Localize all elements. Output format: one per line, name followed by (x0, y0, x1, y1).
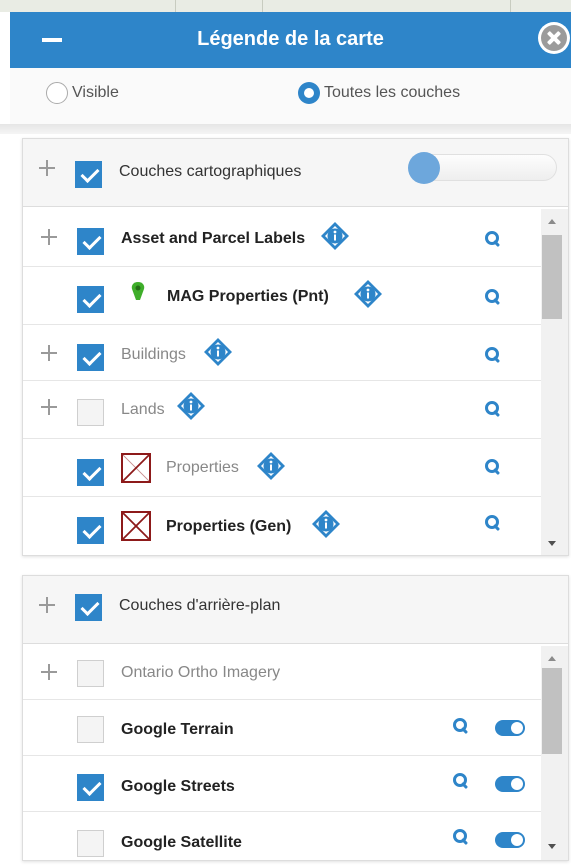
radio-selected-icon (298, 82, 320, 104)
info-icon[interactable] (353, 279, 383, 309)
layer-name: Google Streets (121, 778, 235, 795)
layer-toggle[interactable] (495, 720, 525, 736)
info-icon[interactable] (320, 221, 350, 251)
scrollbar[interactable] (541, 209, 568, 555)
scroll-up-icon[interactable] (548, 656, 556, 661)
layer-name: MAG Properties (Pnt) (167, 288, 329, 305)
layer-checkbox[interactable] (77, 774, 104, 801)
radio-all-layers[interactable]: Toutes les couches (298, 82, 460, 104)
map-layers-checkbox[interactable] (75, 161, 102, 188)
layer-checkbox[interactable] (77, 660, 104, 687)
layer-checkbox[interactable] (77, 716, 104, 743)
layer-row-lands: Lands (23, 381, 541, 439)
layer-name: Ontario Ortho Imagery (121, 664, 281, 681)
map-layers-header: Couches cartographiques (23, 139, 568, 207)
layer-name: Google Terrain (121, 721, 234, 738)
search-icon[interactable] (453, 773, 469, 789)
radio-visible[interactable]: Visible (46, 82, 119, 104)
search-icon[interactable] (453, 718, 469, 734)
layer-checkbox[interactable] (77, 459, 104, 486)
map-layers-panel: Couches cartographiques Asset and Parcel… (22, 138, 569, 556)
scrollbar-thumb[interactable] (542, 668, 562, 754)
info-icon[interactable] (311, 509, 341, 539)
divider (0, 124, 571, 134)
search-icon[interactable] (485, 347, 501, 363)
layer-row-buildings: Buildings (23, 325, 541, 381)
layer-row-asset-parcel-labels: Asset and Parcel Labels (23, 209, 541, 267)
expand-plus-icon[interactable] (39, 597, 55, 613)
close-button[interactable] (538, 22, 570, 54)
background-layers-title: Couches d'arrière-plan (119, 597, 281, 614)
map-strip (0, 0, 571, 12)
map-grid-line (510, 0, 511, 12)
opacity-slider[interactable] (408, 152, 557, 184)
layer-name: Google Satellite (121, 834, 242, 851)
info-icon[interactable] (176, 391, 206, 421)
layer-row-google-streets: Google Streets (23, 756, 541, 812)
close-icon (541, 25, 567, 51)
legend-header: Légende de la carte (10, 12, 571, 68)
scroll-down-icon[interactable] (548, 541, 556, 546)
layer-name: Properties (166, 459, 239, 476)
radio-circle-icon (46, 82, 68, 104)
background-layers-list: Ontario Ortho Imagery Google Terrain Goo… (23, 646, 541, 861)
background-layers-panel: Couches d'arrière-plan Ontario Ortho Ima… (22, 575, 569, 861)
map-grid-line (175, 0, 176, 12)
layer-toggle[interactable] (495, 776, 525, 792)
search-icon[interactable] (453, 829, 469, 845)
info-icon[interactable] (203, 337, 233, 367)
layer-name: Properties (Gen) (166, 518, 292, 535)
expand-plus-icon[interactable] (41, 664, 57, 680)
layer-row-google-terrain: Google Terrain (23, 700, 541, 756)
scroll-down-icon[interactable] (548, 844, 556, 849)
layer-name: Buildings (121, 346, 186, 363)
background-layers-header: Couches d'arrière-plan (23, 576, 568, 644)
search-icon[interactable] (485, 231, 501, 247)
layer-checkbox[interactable] (77, 228, 104, 255)
legend-title: Légende de la carte (197, 28, 384, 50)
layer-row-properties: Properties (23, 439, 541, 497)
layer-toggle[interactable] (495, 832, 525, 848)
search-icon[interactable] (485, 401, 501, 417)
layer-row-google-satellite: Google Satellite (23, 812, 541, 861)
radio-visible-label: Visible (72, 84, 119, 101)
layer-row-ontario-ortho: Ontario Ortho Imagery (23, 646, 541, 700)
scrollbar-thumb[interactable] (542, 235, 562, 319)
map-layers-title: Couches cartographiques (119, 163, 302, 180)
map-grid-line (262, 0, 263, 12)
green-pin-icon (131, 282, 145, 300)
layer-name: Lands (121, 401, 165, 418)
red-crossed-box-icon (121, 453, 151, 483)
expand-plus-icon[interactable] (41, 229, 57, 245)
layer-checkbox[interactable] (77, 344, 104, 371)
search-icon[interactable] (485, 289, 501, 305)
layer-checkbox[interactable] (77, 830, 104, 857)
search-icon[interactable] (485, 459, 501, 475)
expand-plus-icon[interactable] (41, 399, 57, 415)
layer-row-properties-gen: Properties (Gen) (23, 497, 541, 556)
layer-row-mag-properties: MAG Properties (Pnt) (23, 267, 541, 325)
scroll-up-icon[interactable] (548, 219, 556, 224)
layer-checkbox[interactable] (77, 399, 104, 426)
map-layers-list: Asset and Parcel Labels MAG Properties (… (23, 209, 541, 556)
expand-plus-icon[interactable] (39, 160, 55, 176)
red-crossed-box-icon (121, 511, 151, 541)
background-layers-checkbox[interactable] (75, 594, 102, 621)
radio-all-layers-label: Toutes les couches (324, 84, 461, 101)
slider-handle[interactable] (408, 152, 440, 184)
layer-checkbox[interactable] (77, 286, 104, 313)
info-icon[interactable] (256, 451, 286, 481)
expand-plus-icon[interactable] (41, 345, 57, 361)
visibility-filter: Visible Toutes les couches (10, 68, 571, 124)
layer-checkbox[interactable] (77, 517, 104, 544)
scrollbar[interactable] (541, 646, 568, 860)
layer-name: Asset and Parcel Labels (121, 230, 306, 247)
search-icon[interactable] (485, 515, 501, 531)
